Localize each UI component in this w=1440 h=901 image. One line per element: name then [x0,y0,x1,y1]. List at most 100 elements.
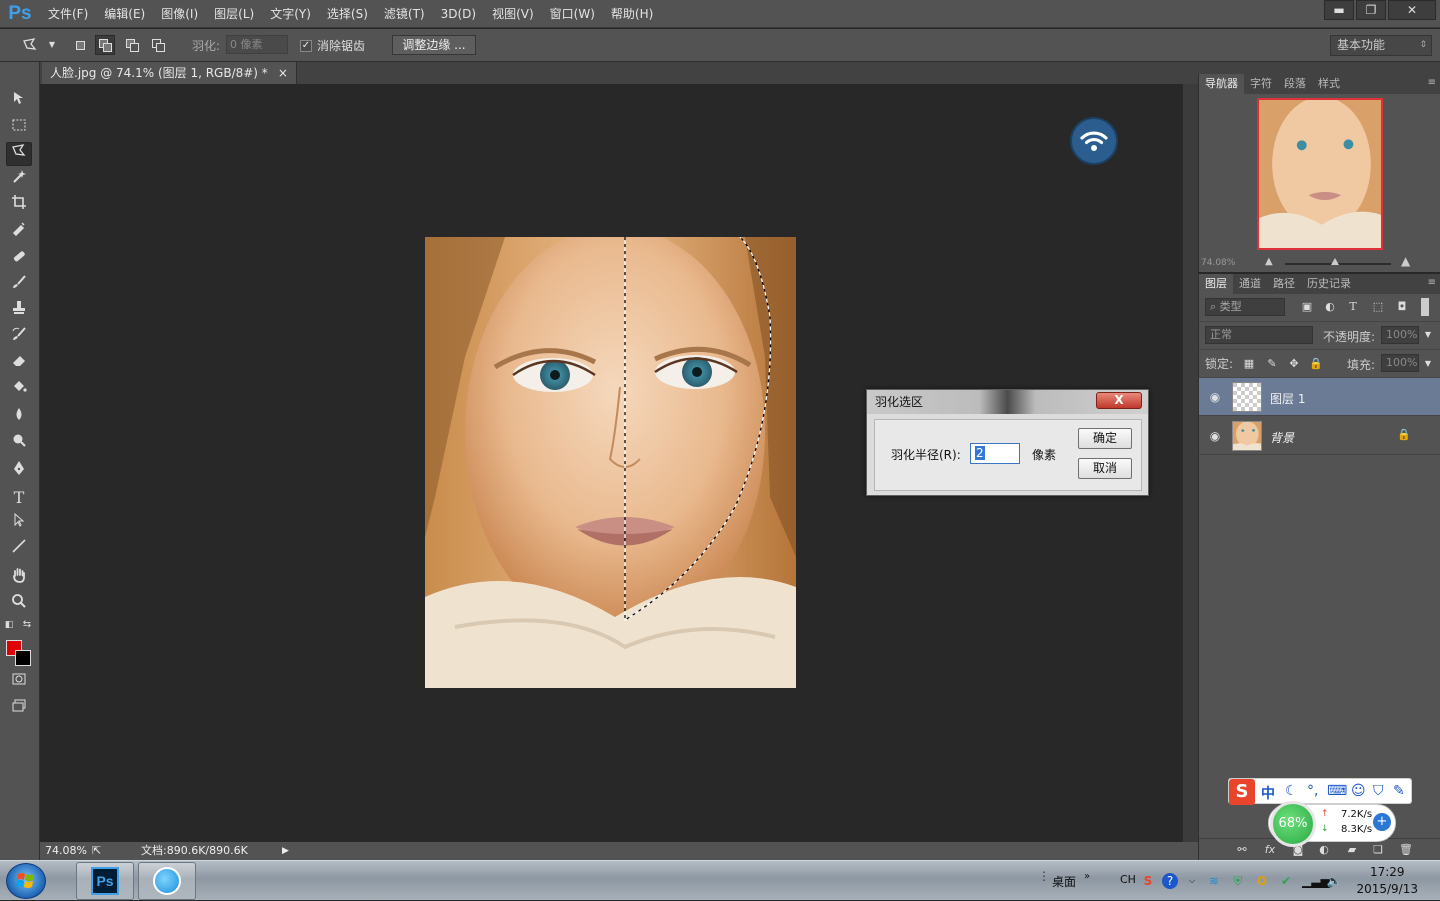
background-color-swatch[interactable] [15,650,31,666]
network-signal-icon[interactable]: ▁▃▅ [1302,873,1330,889]
pen-tool-icon[interactable] [6,460,32,484]
crop-tool-icon[interactable] [6,194,32,218]
tab-history[interactable]: 历史记录 [1301,274,1357,294]
magic-wand-tool-icon[interactable] [6,169,32,193]
quick-mask-icon[interactable] [6,671,32,695]
boost-plus-icon[interactable]: + [1373,813,1391,831]
layer-row-background[interactable]: ◉ 背景 🔒 [1199,417,1440,455]
security-shield-icon[interactable]: ⛨ [1230,873,1246,889]
marquee-tool-icon[interactable] [6,117,32,141]
paint-bucket-tool-icon[interactable] [6,378,32,402]
vertical-scrollbar[interactable] [1182,84,1198,842]
brush-tool-icon[interactable] [6,274,32,298]
new-group-icon[interactable]: ▰ [1345,843,1359,857]
taskbar-clock[interactable]: 17:29 2015/9/13 [1356,864,1418,898]
tab-styles[interactable]: 样式 [1312,74,1346,94]
menu-help[interactable]: 帮助(H) [603,0,661,28]
dock-collapse-bar[interactable] [1198,62,1440,74]
close-window-button[interactable]: ✕ [1388,0,1436,20]
desktop-toolbar-label[interactable]: 桌面 [1052,873,1076,890]
menu-view[interactable]: 视图(V) [484,0,542,28]
zoom-level[interactable]: 74.08% [45,842,87,860]
language-indicator[interactable]: CH [1120,873,1136,886]
lock-pixels-icon[interactable]: ✎ [1265,357,1279,371]
hand-tool-icon[interactable] [6,567,32,591]
workspace-select[interactable]: 基本功能 ⇕ [1330,35,1432,56]
menu-type[interactable]: 文字(Y) [262,0,319,28]
layer-name[interactable]: 图层 1 [1270,390,1305,407]
trash-icon[interactable]: 🗑 [1399,843,1413,857]
tab-character[interactable]: 字符 [1244,74,1278,94]
shape-filter-icon[interactable]: ⬚ [1371,300,1385,314]
filter-toggle-icon[interactable] [1421,298,1429,316]
layer-row-layer1[interactable]: ◉ 图层 1 [1199,378,1440,416]
taskbar-photoshop-app[interactable]: Ps [76,862,134,900]
eyedropper-tool-icon[interactable] [6,220,32,244]
help-icon[interactable]: ? [1162,873,1178,889]
settings-wrench-icon[interactable]: ✎ [1393,783,1405,799]
restore-button[interactable]: ❐ [1356,0,1386,20]
tab-paragraph[interactable]: 段落 [1278,74,1312,94]
menu-filter[interactable]: 滤镜(T) [376,0,433,28]
minimize-button[interactable]: ▬ [1324,0,1354,20]
screen-mode-icon[interactable] [6,697,32,721]
user-icon[interactable]: ☺ [1351,783,1366,799]
opacity-input[interactable]: 100% [1381,326,1419,344]
swap-colors-icon[interactable]: ⇆ [20,618,34,632]
memory-percent[interactable]: 68% [1270,801,1316,847]
lock-all-icon[interactable]: 🔒 [1309,357,1323,371]
refine-edge-button[interactable]: 调整边缘 ... [392,35,476,55]
tab-navigator[interactable]: 导航器 [1199,74,1244,94]
line-tool-icon[interactable] [6,538,32,562]
layer-style-icon[interactable]: fx [1263,843,1277,857]
blur-tool-icon[interactable] [6,406,32,430]
toolbar-expand-icon[interactable]: » [1084,871,1090,882]
sogou-tray-icon[interactable]: S [1140,873,1156,889]
taskbar-browser-app[interactable] [138,862,196,900]
preset-dropdown-icon[interactable]: ▼ [44,37,60,53]
punctuation-icon[interactable]: °, [1307,783,1318,799]
kind-filter-select[interactable]: ⌕ 类型 [1205,298,1285,316]
pixel-filter-icon[interactable]: ▣ [1300,300,1314,314]
document-tab[interactable]: 人脸.jpg @ 74.1% (图层 1, RGB/8#) * × [42,62,297,84]
navigator-thumbnail[interactable] [1257,98,1383,250]
menu-image[interactable]: 图像(I) [153,0,206,28]
path-selection-tool-icon[interactable] [6,512,32,536]
tab-channels[interactable]: 通道 [1233,274,1267,294]
new-selection-mode-button[interactable] [70,35,90,55]
face-photo[interactable] [425,237,796,688]
polygonal-lasso-preset-icon[interactable] [22,37,38,53]
new-layer-icon[interactable]: ❏ [1371,843,1385,857]
fill-input[interactable]: 100% [1381,354,1419,372]
smart-object-filter-icon[interactable]: ◘ [1395,300,1409,314]
ime-chinese-mode[interactable]: 中 [1261,783,1275,803]
wifi-tray-icon[interactable]: ≋ [1206,873,1222,889]
skin-icon[interactable]: ⛉ [1373,783,1384,799]
tray-options-icon[interactable]: ⌵ [1184,873,1200,889]
keyboard-icon[interactable]: ⌨ [1327,783,1347,799]
volume-icon[interactable]: 🔈 [1326,873,1342,889]
navigator-zoom[interactable]: 74.08% [1201,258,1235,268]
blend-mode-select[interactable]: 正常 [1205,326,1313,344]
visibility-eye-icon[interactable]: ◉ [1207,390,1223,404]
clone-stamp-tool-icon[interactable] [6,300,32,324]
menu-window[interactable]: 窗口(W) [542,0,603,28]
type-tool-icon[interactable]: T [6,486,32,510]
feather-input[interactable]: 0 像素 [226,35,288,54]
move-tool-icon[interactable] [6,90,32,114]
default-colors-icon[interactable]: ◧ [2,618,16,632]
panel-menu-icon[interactable]: ≡ [1428,277,1436,288]
adjustment-layer-icon[interactable]: ◐ [1317,843,1331,857]
network-speed-widget[interactable]: 68% ↑ 7.2K/s ↓ 8.3K/s + [1268,801,1396,847]
zoom-out-icon[interactable]: ▲ [1265,256,1273,267]
menu-select[interactable]: 选择(S) [319,0,376,28]
menu-3d[interactable]: 3D(D) [433,0,484,28]
subtract-selection-mode-button[interactable] [122,35,142,55]
sogou-logo[interactable]: S [1229,779,1255,805]
update-tray-icon[interactable]: ✔ [1278,873,1294,889]
opacity-dropdown-icon[interactable]: ▼ [1421,328,1435,342]
feather-radius-input[interactable]: 2 [970,443,1020,464]
lock-position-icon[interactable]: ✥ [1287,357,1301,371]
tab-layers[interactable]: 图层 [1199,274,1233,294]
polygonal-lasso-tool-icon[interactable] [6,142,32,166]
